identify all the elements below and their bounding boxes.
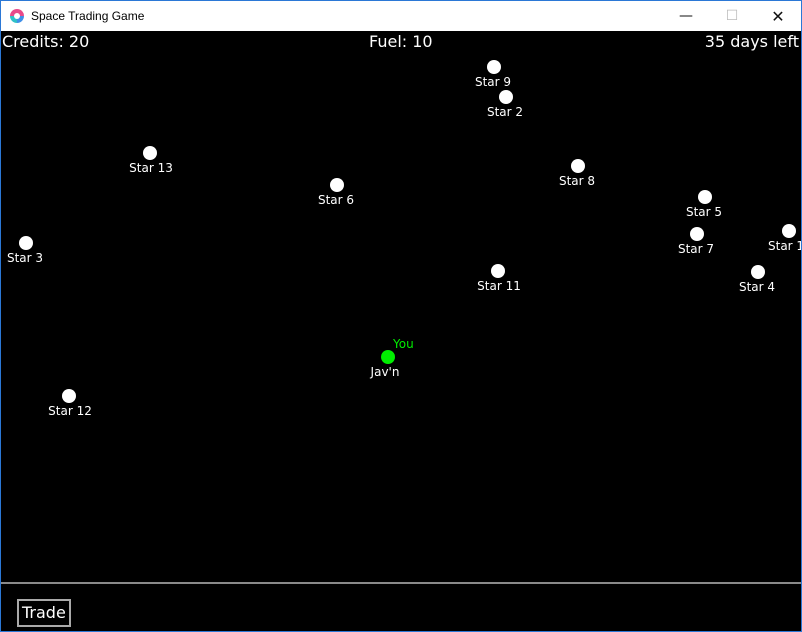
trade-button[interactable]: Trade [17, 599, 71, 627]
you-marker-label: You [393, 337, 414, 351]
star-9-label: Star 9 [474, 75, 512, 89]
star-6-label: Star 6 [317, 193, 355, 207]
star-8-label: Star 8 [558, 174, 596, 188]
star-2-dot[interactable] [499, 90, 513, 104]
star-7-label: Star 7 [677, 242, 715, 256]
minimize-button[interactable]: — [663, 1, 709, 31]
star-7-dot[interactable] [690, 227, 704, 241]
star-2-label: Star 2 [486, 105, 524, 119]
star-11-label: Star 11 [477, 279, 521, 293]
action-panel: Trade [1, 582, 801, 631]
credits-display: Credits: 20 [2, 32, 90, 51]
star-5-dot[interactable] [698, 190, 712, 204]
app-icon [10, 9, 24, 23]
days-left-display: 35 days left [704, 32, 799, 51]
star-13-label: Star 13 [129, 161, 173, 175]
star-12-dot[interactable] [62, 389, 76, 403]
window-title: Space Trading Game [31, 9, 145, 23]
title-bar[interactable]: Space Trading Game — ☐ ✕ [1, 1, 801, 31]
close-button[interactable]: ✕ [755, 1, 801, 31]
star-6-dot[interactable] [330, 178, 344, 192]
star-8-dot[interactable] [571, 159, 585, 173]
star-4-label: Star 4 [738, 280, 776, 294]
star-3-dot[interactable] [19, 236, 33, 250]
current-star-label: Jav'n [370, 365, 400, 379]
star-4-dot[interactable] [751, 265, 765, 279]
star-12-label: Star 12 [48, 404, 92, 418]
game-window: Space Trading Game — ☐ ✕ Credits: 20 Fue… [0, 0, 802, 632]
star-1-dot[interactable] [782, 224, 796, 238]
star-11-dot[interactable] [491, 264, 505, 278]
star-1-label: Star 1 [768, 239, 801, 253]
star-map: Credits: 20 Fuel: 10 35 days left Star 9… [1, 31, 801, 631]
star-5-label: Star 5 [685, 205, 723, 219]
star-9-dot[interactable] [487, 60, 501, 74]
star-3-label: Star 3 [6, 251, 44, 265]
star-13-dot[interactable] [143, 146, 157, 160]
current-star-dot[interactable] [381, 350, 395, 364]
maximize-button[interactable]: ☐ [709, 1, 755, 31]
fuel-display: Fuel: 10 [369, 32, 433, 51]
